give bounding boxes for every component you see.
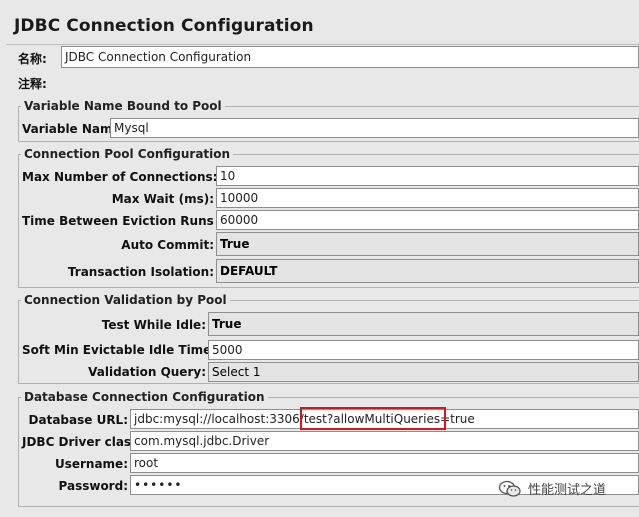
test-idle-select[interactable]: True — [208, 312, 639, 336]
isolation-label: Transaction Isolation: — [67, 265, 214, 279]
url-parameter-highlight — [300, 407, 446, 430]
driver-label: JDBC Driver class: — [22, 435, 144, 449]
pool-binding-legend: Variable Name Bound to Pool — [21, 99, 225, 113]
comment-input[interactable] — [61, 72, 639, 92]
validation-query-select[interactable]: Select 1 — [208, 362, 639, 382]
username-input[interactable]: root — [130, 453, 639, 473]
max-connections-input[interactable]: 10 — [216, 166, 639, 186]
window-title: JDBC Connection Configuration — [14, 16, 314, 36]
watermark: 性能测试之道 — [498, 479, 606, 498]
wechat-icon — [498, 480, 521, 497]
max-connections-label: Max Number of Connections: — [22, 170, 218, 184]
test-idle-label: Test While Idle: — [101, 318, 206, 332]
password-label: Password: — [58, 479, 129, 493]
auto-commit-select[interactable]: True — [216, 232, 639, 256]
auto-commit-label: Auto Commit: — [121, 238, 214, 252]
pool-config-legend: Connection Pool Configuration — [21, 147, 234, 161]
name-input[interactable]: JDBC Connection Configuration — [61, 46, 639, 68]
title-divider — [6, 44, 639, 45]
username-label: Username: — [54, 457, 128, 471]
variable-name-input[interactable]: Mysql — [110, 118, 639, 138]
max-wait-label: Max Wait (ms): — [111, 192, 214, 206]
max-wait-input[interactable]: 10000 — [216, 188, 639, 208]
driver-input[interactable]: com.mysql.jdbc.Driver — [130, 431, 639, 451]
comment-label: 注释: — [18, 77, 47, 91]
watermark-text: 性能测试之道 — [528, 483, 607, 498]
validation-legend: Connection Validation by Pool — [21, 293, 230, 307]
name-label: 名称: — [18, 52, 47, 66]
eviction-input[interactable]: 60000 — [216, 210, 639, 230]
eviction-label: Time Between Eviction Runs (ms): — [22, 214, 254, 228]
soft-min-input[interactable]: 5000 — [208, 340, 639, 360]
validation-query-label: Validation Query: — [88, 365, 206, 379]
url-label: Database URL: — [28, 413, 128, 427]
soft-min-label: Soft Min Evictable Idle Time(ms): — [22, 343, 247, 357]
database-legend: Database Connection Configuration — [21, 390, 268, 404]
isolation-select[interactable]: DEFAULT — [216, 259, 639, 283]
